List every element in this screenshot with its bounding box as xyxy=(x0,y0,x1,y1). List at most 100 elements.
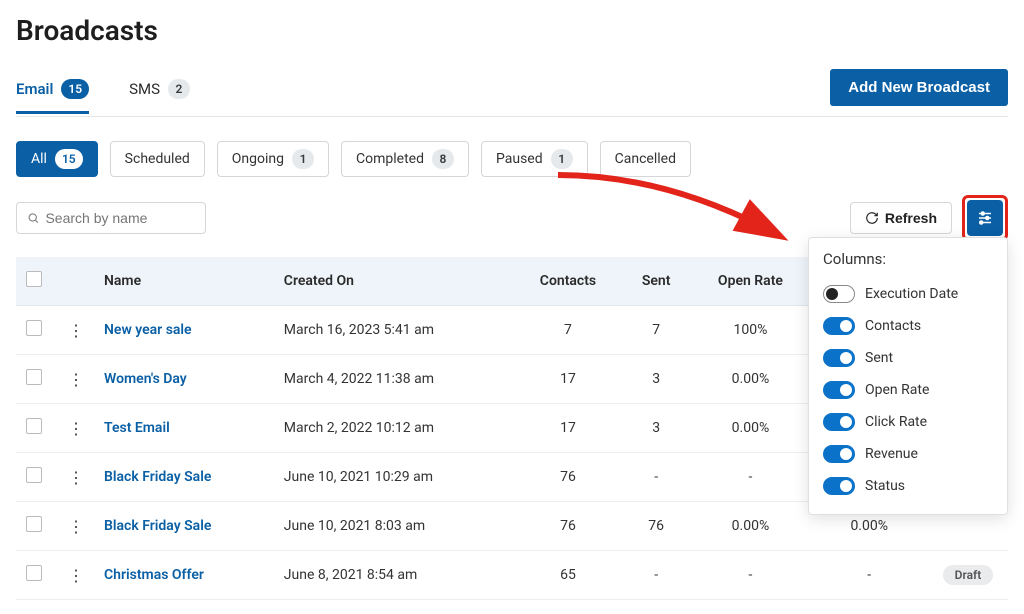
row-actions-menu[interactable]: ⋮ xyxy=(68,419,84,438)
tab-email[interactable]: Email 15 xyxy=(16,71,89,114)
cell-sent: - xyxy=(622,453,691,502)
filter-badge: 8 xyxy=(432,149,454,169)
column-option-label: Contacts xyxy=(865,318,921,334)
column-option-label: Open Rate xyxy=(865,382,929,398)
filter-badge: 1 xyxy=(551,149,573,169)
broadcast-name-link[interactable]: Black Friday Sale xyxy=(104,469,211,485)
cell-contacts: 7 xyxy=(514,306,622,355)
row-checkbox[interactable] xyxy=(26,516,42,532)
header-sent[interactable]: Sent xyxy=(622,257,691,306)
cell-created: March 4, 2022 11:38 am xyxy=(274,355,514,404)
column-option-label: Execution Date xyxy=(865,286,958,302)
refresh-label: Refresh xyxy=(885,210,937,226)
column-option-label: Sent xyxy=(865,350,893,366)
row-actions-menu[interactable]: ⋮ xyxy=(68,370,84,389)
filter-completed[interactable]: Completed 8 xyxy=(341,141,469,177)
cell-created: June 8, 2021 8:54 am xyxy=(274,551,514,600)
column-option-label: Click Rate xyxy=(865,414,927,430)
filter-ongoing[interactable]: Ongoing 1 xyxy=(217,141,329,177)
filter-badge: 15 xyxy=(55,149,83,169)
column-option-contacts[interactable]: Contacts xyxy=(823,310,993,342)
column-settings-button[interactable] xyxy=(967,200,1003,236)
cell-created: June 10, 2021 10:29 am xyxy=(274,453,514,502)
toggle-contacts[interactable] xyxy=(823,317,855,335)
column-option-status[interactable]: Status xyxy=(823,470,993,502)
toggle-sent[interactable] xyxy=(823,349,855,367)
broadcast-name-link[interactable]: Black Friday Sale xyxy=(104,518,211,534)
cell-sent: - xyxy=(622,551,691,600)
toggle-execution-date[interactable] xyxy=(823,285,855,303)
refresh-icon xyxy=(865,211,879,225)
cell-open-rate: 0.00% xyxy=(690,404,810,453)
header-open-rate[interactable]: Open Rate xyxy=(690,257,810,306)
cell-open-rate: 0.00% xyxy=(690,502,810,551)
table-row: ⋮Christmas OfferJune 8, 2021 8:54 am65--… xyxy=(16,551,1008,600)
header-created[interactable]: Created On xyxy=(274,257,514,306)
row-actions-menu[interactable]: ⋮ xyxy=(68,468,84,487)
page-title: Broadcasts xyxy=(16,14,1008,47)
toggle-status[interactable] xyxy=(823,477,855,495)
broadcast-name-link[interactable]: Women's Day xyxy=(104,371,187,387)
column-option-label: Revenue xyxy=(865,446,918,462)
cell-open-rate: - xyxy=(690,551,810,600)
tab-badge: 15 xyxy=(61,79,89,99)
filter-label: Paused xyxy=(496,151,543,167)
column-option-execution-date[interactable]: Execution Date xyxy=(823,278,993,310)
cell-created: June 10, 2021 8:03 am xyxy=(274,502,514,551)
cell-contacts: 17 xyxy=(514,355,622,404)
filter-all[interactable]: All 15 xyxy=(16,141,98,177)
tab-label: SMS xyxy=(129,80,160,98)
broadcast-name-link[interactable]: Christmas Offer xyxy=(104,567,204,583)
row-checkbox[interactable] xyxy=(26,418,42,434)
cell-contacts: 65 xyxy=(514,551,622,600)
cell-open-rate: - xyxy=(690,453,810,502)
filter-label: All xyxy=(31,151,47,167)
column-option-open-rate[interactable]: Open Rate xyxy=(823,374,993,406)
search-input[interactable] xyxy=(45,210,195,226)
select-all-checkbox[interactable] xyxy=(26,271,42,287)
tab-badge: 2 xyxy=(168,79,190,99)
add-new-broadcast-button[interactable]: Add New Broadcast xyxy=(830,69,1008,106)
filter-scheduled[interactable]: Scheduled xyxy=(110,141,205,177)
filter-row: All 15 Scheduled Ongoing 1 Completed 8 P… xyxy=(16,141,1008,177)
row-actions-menu[interactable]: ⋮ xyxy=(68,566,84,585)
filter-badge: 1 xyxy=(292,149,314,169)
header-contacts[interactable]: Contacts xyxy=(514,257,622,306)
cell-sent: 76 xyxy=(622,502,691,551)
toggle-revenue[interactable] xyxy=(823,445,855,463)
cell-sent: 3 xyxy=(622,404,691,453)
cell-sent: 7 xyxy=(622,306,691,355)
toggle-open-rate[interactable] xyxy=(823,381,855,399)
cell-contacts: 76 xyxy=(514,502,622,551)
column-option-click-rate[interactable]: Click Rate xyxy=(823,406,993,438)
tab-sms[interactable]: SMS 2 xyxy=(129,71,190,114)
tabs-row: Email 15 SMS 2 Add New Broadcast xyxy=(16,69,1008,117)
columns-panel-title: Columns: xyxy=(823,250,993,268)
columns-panel: Columns: Execution Date Contacts Sent Op… xyxy=(808,237,1008,515)
search-wrap[interactable] xyxy=(16,202,206,234)
broadcast-name-link[interactable]: New year sale xyxy=(104,322,192,338)
header-name[interactable]: Name xyxy=(94,257,274,306)
row-checkbox[interactable] xyxy=(26,369,42,385)
column-option-sent[interactable]: Sent xyxy=(823,342,993,374)
row-checkbox[interactable] xyxy=(26,320,42,336)
sliders-icon xyxy=(976,209,994,227)
filter-label: Completed xyxy=(356,151,424,167)
column-option-label: Status xyxy=(865,478,905,494)
filter-paused[interactable]: Paused 1 xyxy=(481,141,588,177)
row-checkbox[interactable] xyxy=(26,467,42,483)
refresh-button[interactable]: Refresh xyxy=(850,202,952,234)
cell-click-rate: - xyxy=(810,551,928,600)
tab-label: Email xyxy=(16,80,53,98)
settings-highlight xyxy=(962,195,1008,241)
row-actions-menu[interactable]: ⋮ xyxy=(68,517,84,536)
column-option-revenue[interactable]: Revenue xyxy=(823,438,993,470)
filter-cancelled[interactable]: Cancelled xyxy=(600,141,691,177)
cell-contacts: 76 xyxy=(514,453,622,502)
toggle-click-rate[interactable] xyxy=(823,413,855,431)
cell-sent: 3 xyxy=(622,355,691,404)
tabs: Email 15 SMS 2 xyxy=(16,71,190,114)
row-checkbox[interactable] xyxy=(26,565,42,581)
broadcast-name-link[interactable]: Test Email xyxy=(104,420,170,436)
row-actions-menu[interactable]: ⋮ xyxy=(68,321,84,340)
